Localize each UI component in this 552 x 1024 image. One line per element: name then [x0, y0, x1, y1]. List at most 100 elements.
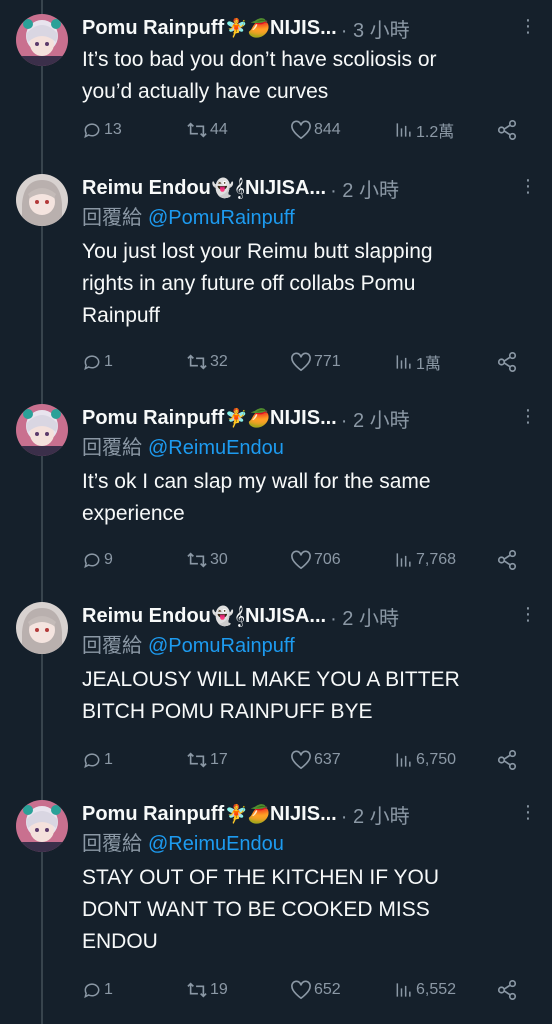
tweet-time[interactable]: · 2 小時 [341, 800, 410, 829]
avatar-pomu[interactable] [16, 14, 68, 66]
tweet-text: It’s too bad you don’t have scoliosis or… [82, 48, 437, 103]
retweet-count: 19 [210, 981, 228, 998]
like-button[interactable]: 652 [290, 980, 341, 1000]
share-button[interactable] [496, 549, 520, 571]
views-icon [396, 753, 411, 767]
reply-to-handle[interactable]: @ReimuEndou [148, 437, 284, 459]
reply-count: 1 [104, 353, 113, 370]
author-name[interactable]: Reimu Endou [82, 177, 211, 200]
tweet-header: Pomu Rainpuff 🧚🥭 NIJIS... · 3 小時 [82, 14, 532, 42]
tweet-time[interactable]: · 2 小時 [330, 174, 399, 203]
action-bar: 1 19 652 6,552 [82, 978, 522, 1002]
action-bar: 13 44 844 1.2萬 [82, 118, 522, 142]
action-bar: 9 30 706 7,768 [82, 548, 522, 572]
reply-icon [84, 553, 100, 569]
reply-icon [84, 753, 100, 769]
tweet-time[interactable]: · 2 小時 [341, 404, 410, 433]
avatar-reimu[interactable] [16, 174, 68, 226]
share-button[interactable] [496, 119, 520, 141]
like-button[interactable]: 637 [290, 750, 341, 770]
author-name[interactable]: Pomu Rainpuff [82, 407, 224, 430]
tweet-header: Pomu Rainpuff 🧚🥭 NIJIS... · 2 小時 [82, 800, 532, 828]
author-name[interactable]: Pomu Rainpuff [82, 17, 224, 40]
like-icon [291, 352, 311, 372]
retweet-count: 30 [210, 551, 228, 568]
tweet-text: It’s ok I can slap my wall for the same … [82, 470, 431, 525]
views-button[interactable]: 1.2萬 [394, 118, 454, 142]
reply-button[interactable]: 1 [82, 750, 113, 770]
avatar-image [16, 602, 68, 654]
reply-count: 13 [104, 121, 122, 138]
more-icon[interactable]: ⋮ [516, 16, 540, 36]
reply-to-label: 回覆給 [82, 635, 142, 657]
like-button[interactable]: 771 [290, 352, 341, 372]
tweet-text: STAY OUT OF THE KITCHEN IF YOU DONT WANT… [82, 866, 440, 953]
reply-icon [84, 983, 100, 999]
share-icon [497, 352, 517, 372]
reply-to-label: 回覆給 [82, 437, 142, 459]
avatar-pomu[interactable] [16, 404, 68, 456]
tweet-time[interactable]: · 3 小時 [341, 14, 410, 43]
retweet-icon [187, 354, 207, 370]
retweet-count: 44 [210, 121, 228, 138]
views-button[interactable]: 6,552 [394, 980, 456, 1000]
reply-to-label: 回覆給 [82, 207, 142, 229]
author-name[interactable]: Reimu Endou [82, 605, 211, 628]
like-icon [291, 120, 311, 140]
author-suffix[interactable]: NIJISA... [245, 605, 326, 628]
views-button[interactable]: 6,750 [394, 750, 456, 770]
retweet-button[interactable]: 30 [186, 550, 228, 570]
author-suffix[interactable]: NIJIS... [270, 407, 337, 430]
more-icon[interactable]: ⋮ [516, 604, 540, 624]
like-count: 652 [314, 981, 341, 998]
views-button[interactable]: 1萬 [394, 350, 441, 374]
avatar-pomu[interactable] [16, 800, 68, 852]
views-button[interactable]: 7,768 [394, 550, 456, 570]
reply-to: 回覆給 @PomuRainpuff [82, 630, 532, 662]
views-count: 6,750 [416, 751, 457, 768]
share-icon [497, 750, 517, 770]
like-count: 706 [314, 551, 341, 568]
reply-to-label: 回覆給 [82, 833, 142, 855]
views-count: 6,552 [416, 981, 457, 998]
retweet-icon [187, 122, 207, 138]
reply-icon [84, 355, 100, 371]
avatar-image [16, 800, 68, 852]
reply-count: 1 [104, 751, 113, 768]
reply-button[interactable]: 9 [82, 550, 113, 570]
more-icon[interactable]: ⋮ [516, 406, 540, 426]
reply-count: 9 [104, 551, 113, 568]
author-suffix[interactable]: NIJIS... [270, 803, 337, 826]
retweet-button[interactable]: 17 [186, 750, 228, 770]
like-count: 844 [314, 121, 341, 138]
tweet-header: Reimu Endou 👻𝄞 NIJISA... · 2 小時 [82, 174, 532, 202]
like-icon [291, 980, 311, 1000]
like-button[interactable]: 706 [290, 550, 341, 570]
reply-to-handle[interactable]: @PomuRainpuff [148, 635, 295, 657]
author-suffix[interactable]: NIJIS... [270, 17, 337, 40]
reply-button[interactable]: 13 [82, 120, 122, 140]
share-button[interactable] [496, 749, 520, 771]
views-icon [396, 983, 411, 997]
reply-to-handle[interactable]: @PomuRainpuff [148, 207, 295, 229]
tweet-time[interactable]: · 2 小時 [330, 602, 399, 631]
retweet-button[interactable]: 32 [186, 352, 228, 372]
author-emoji: 👻𝄞 [211, 177, 245, 198]
action-bar: 1 32 771 1萬 [82, 350, 522, 374]
retweet-button[interactable]: 19 [186, 980, 228, 1000]
avatar-reimu[interactable] [16, 602, 68, 654]
share-button[interactable] [496, 351, 520, 373]
more-icon[interactable]: ⋮ [516, 802, 540, 822]
reply-to: 回覆給 @PomuRainpuff [82, 202, 532, 234]
reply-button[interactable]: 1 [82, 352, 113, 372]
retweet-button[interactable]: 44 [186, 120, 228, 140]
more-icon[interactable]: ⋮ [516, 176, 540, 196]
author-name[interactable]: Pomu Rainpuff [82, 803, 224, 826]
reply-to-handle[interactable]: @ReimuEndou [148, 833, 284, 855]
share-button[interactable] [496, 979, 520, 1001]
like-button[interactable]: 844 [290, 120, 341, 140]
share-icon [497, 120, 517, 140]
action-bar: 1 17 637 6,750 [82, 748, 522, 772]
author-suffix[interactable]: NIJISA... [245, 177, 326, 200]
reply-button[interactable]: 1 [82, 980, 113, 1000]
